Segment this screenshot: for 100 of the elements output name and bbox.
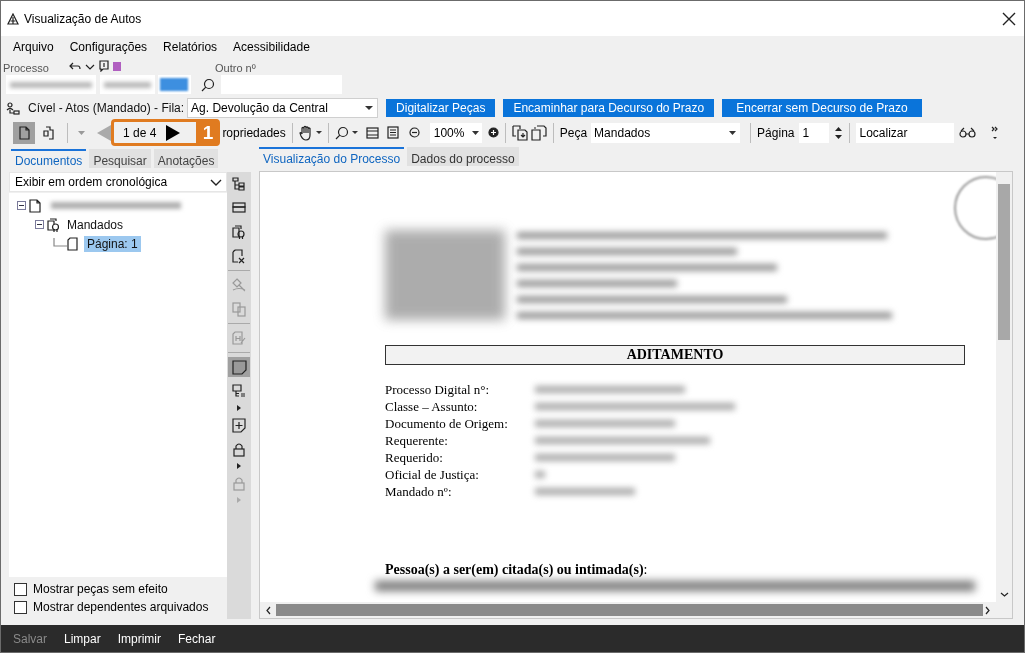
zoom-out-icon[interactable]: [408, 127, 420, 138]
panel-tab[interactable]: Anotações: [153, 149, 219, 168]
field-label: Mandado nº:: [385, 483, 453, 500]
panel-tab[interactable]: Documentos: [11, 149, 87, 168]
gavel-icon: [231, 277, 247, 293]
marker-icon: [113, 62, 121, 71]
window-title: Visualização de Autos: [24, 11, 143, 26]
field-label: Classe – Assunto:: [385, 398, 479, 415]
checkbox-label[interactable]: Mostrar dependentes arquivados: [33, 600, 209, 614]
checkbox-label[interactable]: Mostrar peças sem efeito: [33, 582, 168, 596]
edit-page-icon: [231, 330, 247, 346]
field-label: Requerido:: [385, 449, 444, 466]
next-icon[interactable]: [166, 124, 181, 141]
section-heading: Pessoa(s) a ser(em) citada(s) ou intimada(s):: [385, 562, 649, 578]
chevron-down-icon: [210, 178, 222, 186]
copy-icon: [231, 301, 247, 317]
document-icon: [67, 236, 79, 251]
fit-page-icon[interactable]: [386, 126, 399, 139]
collapse-icon[interactable]: [35, 220, 44, 229]
binoculars-icon[interactable]: [959, 127, 977, 138]
field-label: Documento de Origem:: [385, 415, 509, 432]
queue-label: Cível - Atos (Mandado) - Fila:: [28, 101, 185, 115]
field-label: Processo: [3, 62, 50, 74]
footer-button[interactable]: Fechar: [178, 631, 216, 646]
chevron-down-icon[interactable]: [85, 63, 95, 71]
info-note-icon[interactable]: [99, 60, 109, 72]
scroll-down-icon: [1000, 592, 1009, 597]
tree-view-icon: [231, 176, 247, 192]
process-number-field[interactable]: [6, 75, 96, 94]
action-button[interactable]: Encerrar sem Decurso de Prazo: [722, 99, 922, 117]
menu-item[interactable]: Arquivo: [13, 40, 54, 54]
close-icon[interactable]: [1002, 11, 1016, 26]
action-button[interactable]: Digitalizar Peças: [386, 99, 496, 117]
document-icon: [29, 198, 41, 213]
page-icon: [42, 125, 54, 140]
note-list-icon: [231, 383, 247, 399]
dropdown-caret-icon: [471, 130, 479, 135]
horizontal-scrollbar[interactable]: [260, 602, 1012, 618]
footer-button[interactable]: Limpar: [64, 631, 101, 646]
tree-connector-icon: [53, 237, 67, 250]
view-tab[interactable]: Dados do processo: [407, 147, 519, 166]
callout-number: 1: [196, 119, 220, 146]
page-number-field[interactable]: 1: [799, 122, 830, 143]
process-number-field[interactable]: [158, 75, 191, 94]
dropdown-caret-icon: [315, 131, 322, 134]
dropdown-caret-icon: [351, 131, 358, 134]
dropdown-caret-icon: [78, 130, 85, 135]
field-label: Oficial de Justiça:: [385, 466, 480, 483]
order-dropdown[interactable]: Exibir em ordem cronológica: [9, 172, 227, 192]
undo-icon[interactable]: [69, 61, 81, 71]
remove-document-icon: [231, 248, 247, 264]
page-counter: 1 de 4: [123, 125, 157, 140]
note-icon: [231, 359, 247, 375]
field-label: Requerente:: [385, 432, 449, 449]
tree-item[interactable]: Página: 1: [84, 235, 141, 252]
checkbox[interactable]: [14, 600, 27, 614]
scroll-right-icon: [985, 605, 990, 615]
piece-dropdown[interactable]: Mandados: [591, 122, 741, 143]
menu-item[interactable]: Configurações: [69, 40, 148, 54]
dropdown-caret-icon: [729, 130, 737, 135]
pages-icon[interactable]: [530, 124, 547, 141]
note-button[interactable]: [228, 357, 250, 377]
hierarchy-icon: [6, 101, 20, 115]
fit-width-icon[interactable]: [365, 126, 379, 139]
checkbox[interactable]: [14, 582, 27, 596]
dropdown-caret-icon: [365, 106, 374, 110]
menu-item[interactable]: Relatórios: [163, 40, 218, 54]
zoom-icon[interactable]: [334, 125, 349, 140]
field-label: Processo Digital n°:: [385, 381, 491, 398]
certificate-document-icon: [47, 217, 59, 232]
field-label: Outro nº: [215, 62, 256, 74]
document-heading: ADITAMENTO: [385, 345, 965, 365]
search-icon[interactable]: [201, 77, 215, 92]
lock-icon: [231, 441, 247, 457]
zoom-dropdown[interactable]: 100%: [429, 122, 482, 143]
collapse-icon[interactable]: [17, 201, 26, 210]
pages-icon[interactable]: [511, 124, 528, 141]
properties-button[interactable]: ropriedades: [222, 125, 286, 140]
process-number-field[interactable]: [100, 75, 155, 94]
app-icon: [7, 12, 19, 25]
hand-icon[interactable]: [298, 124, 313, 141]
menu-item[interactable]: Acessibilidade: [233, 40, 310, 54]
zoom-in-icon[interactable]: [487, 127, 499, 138]
submenu-arrow-icon: [237, 497, 241, 503]
panel-tab[interactable]: Pesquisar: [89, 149, 151, 168]
footer-button[interactable]: Imprimir: [117, 631, 162, 646]
spinner-icon[interactable]: [834, 124, 844, 141]
tree-item[interactable]: Mandados: [64, 216, 127, 233]
find-field[interactable]: Localizar: [856, 122, 955, 143]
vertical-scrollbar[interactable]: [996, 172, 1012, 602]
view-tab[interactable]: Visualização do Processo: [259, 147, 405, 166]
submenu-arrow-icon: [237, 463, 241, 469]
view-mode-button[interactable]: [13, 121, 35, 144]
queue-dropdown[interactable]: Ag. Devolução da Central: [187, 98, 379, 118]
add-note-icon: [231, 417, 247, 433]
action-button[interactable]: Encaminhar para Decurso do Prazo: [503, 99, 715, 117]
redacted-text: [535, 471, 545, 478]
submenu-arrow-icon: [237, 405, 241, 411]
page-label: Página: [757, 125, 795, 140]
overflow-icon[interactable]: [991, 125, 1000, 140]
